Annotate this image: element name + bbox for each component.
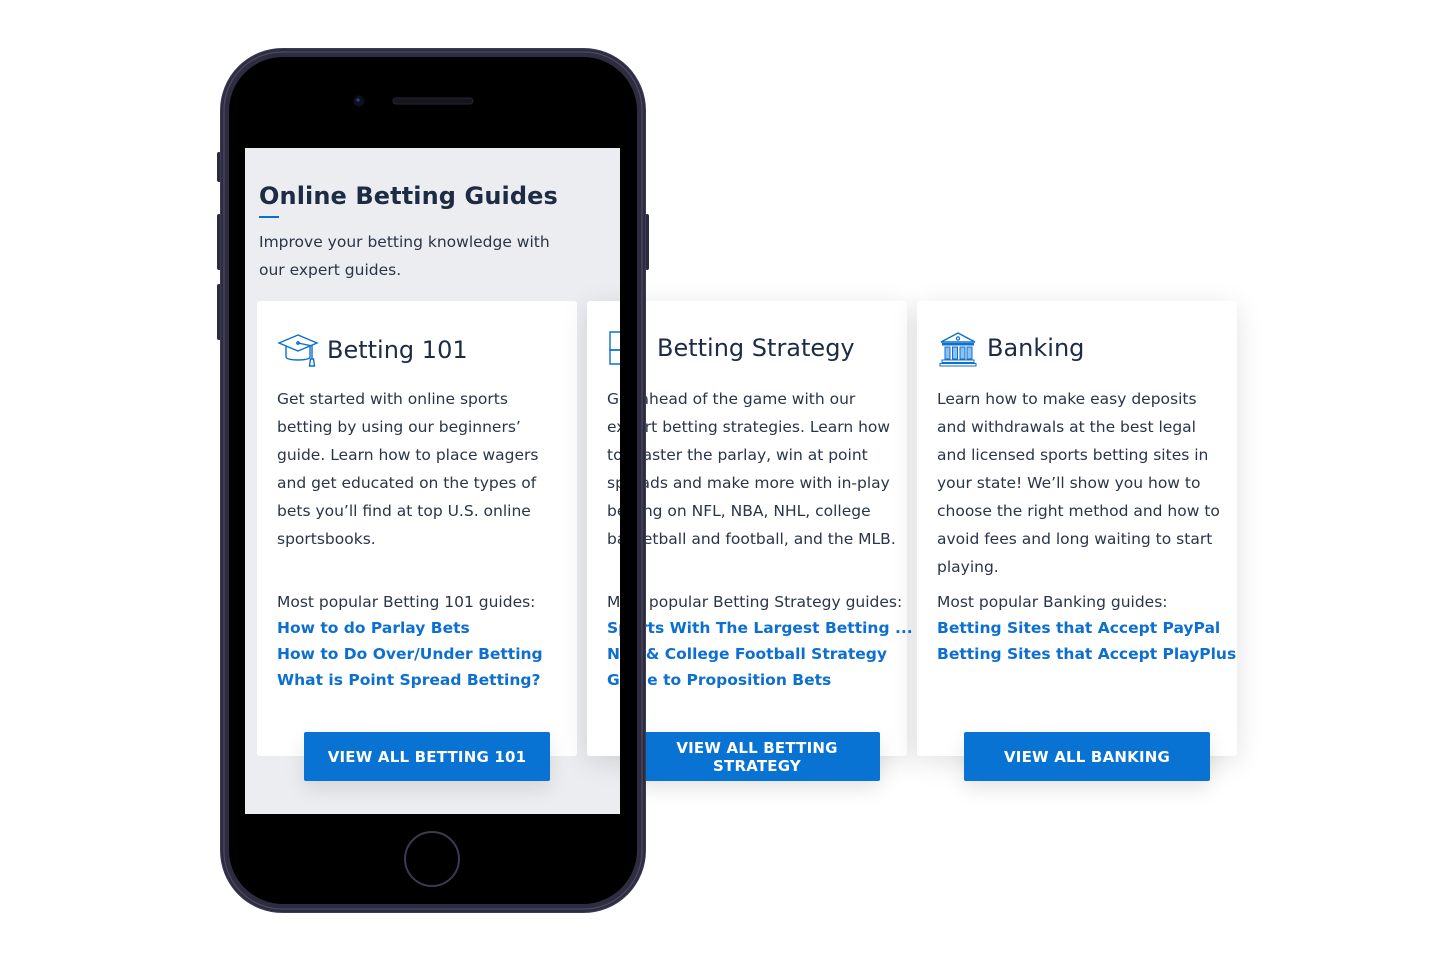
popular-guides-label: Most popular Banking guides: <box>937 593 1168 611</box>
card-title: Betting 101 <box>327 336 468 364</box>
page-title: Online Betting Guides <box>259 182 558 210</box>
view-all-betting-101-button[interactable]: VIEW ALL BETTING 101 <box>304 732 550 781</box>
view-all-betting-strategy-button[interactable]: VIEW ALL BETTING STRATEGY <box>634 732 880 781</box>
bank-icon <box>939 332 977 367</box>
guide-link[interactable]: Betting Sites that Accept PayPal <box>937 615 1237 641</box>
guide-card-betting-strategy: Betting Strategy Get ahead of the game w… <box>587 301 913 756</box>
card-description: Learn how to make easy deposits and with… <box>937 390 1220 576</box>
phone-volume-down <box>217 284 221 340</box>
guide-card-betting-101: Betting 101 Get started with online spor… <box>257 301 577 756</box>
popular-guides: Most popular Betting Strategy guides: Sp… <box>607 589 913 693</box>
guides-header: Online Betting Guides Improve your betti… <box>259 178 559 284</box>
guide-card-banking: Banking Learn how to make easy deposits … <box>917 301 1237 756</box>
popular-guides-label: Most popular Betting 101 guides: <box>277 593 536 611</box>
phone-volume-up <box>217 214 221 270</box>
guide-link[interactable]: How to Do Over/Under Betting <box>277 641 577 667</box>
guide-link[interactable]: What is Point Spread Betting? <box>277 667 577 693</box>
puzzle-icon <box>609 331 643 365</box>
guide-link[interactable]: Betting Sites that Accept PlayPlus <box>937 641 1237 667</box>
popular-guides: Most popular Betting 101 guides: How to … <box>277 589 577 693</box>
title-underline <box>259 216 279 218</box>
phone-mute-switch <box>217 152 221 182</box>
page-subtitle: Improve your betting knowledge with our … <box>259 233 550 279</box>
card-description: Get started with online sports betting b… <box>277 390 539 548</box>
guide-link[interactable]: Sports With The Largest Betting ... <box>607 615 913 641</box>
card-title: Banking <box>987 334 1085 362</box>
view-all-banking-button[interactable]: VIEW ALL BANKING <box>964 732 1210 781</box>
guide-link[interactable]: How to do Parlay Bets <box>277 615 577 641</box>
popular-guides-label: Most popular Betting Strategy guides: <box>607 593 903 611</box>
phone-power-button <box>645 214 649 270</box>
guide-link[interactable]: Guide to Proposition Bets <box>607 667 907 693</box>
card-description: Get ahead of the game with our expert be… <box>607 390 896 548</box>
card-title: Betting Strategy <box>657 334 855 362</box>
guide-link[interactable]: NFL & College Football Strategy <box>607 641 907 667</box>
graduation-cap-icon <box>277 334 319 367</box>
popular-guides: Most popular Banking guides: Betting Sit… <box>937 589 1237 667</box>
